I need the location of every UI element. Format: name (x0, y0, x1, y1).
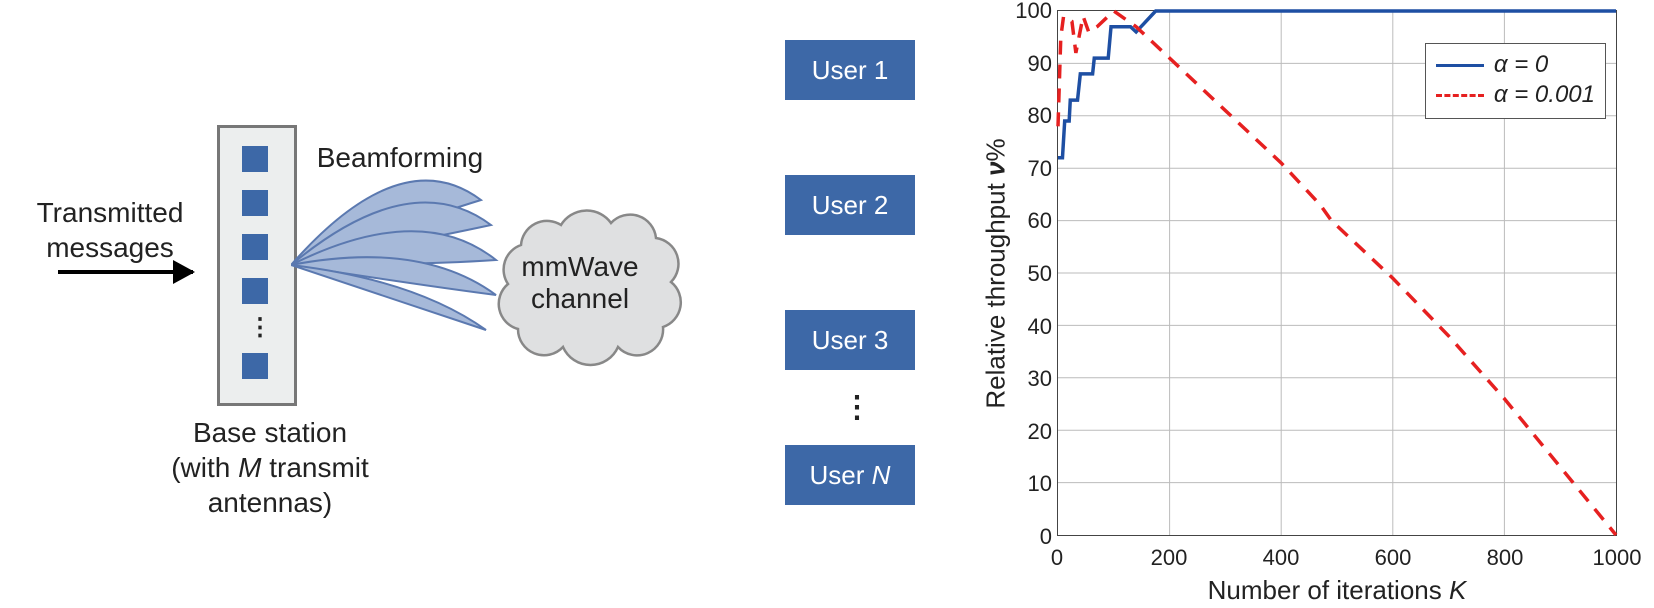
legend-entry-a0: α = 0 (1436, 50, 1595, 80)
y-tick-label: 20 (992, 419, 1052, 445)
bs-caption: Base station (with M transmit antennas) (120, 415, 420, 520)
user-box-3: User 3 (785, 310, 915, 370)
user-N-var: N (872, 460, 891, 491)
arrow-icon (58, 270, 193, 274)
legend-swatch-dash (1436, 94, 1484, 97)
legend-swatch-solid (1436, 64, 1484, 67)
bs-caption-line1: Base station (193, 417, 347, 448)
beamforming-label: Beamforming (300, 140, 500, 175)
y-tick-label: 80 (992, 103, 1052, 129)
xlabel-text: Number of iterations (1208, 575, 1449, 605)
antenna-icon (242, 234, 268, 260)
tx-messages-label: Transmittedmessages (10, 195, 210, 265)
plot-area: α = 0 α = 0.001 (1057, 10, 1617, 536)
x-tick-label: 400 (1251, 545, 1311, 571)
y-tick-label: 100 (992, 0, 1052, 24)
base-station-box: ⋮ (217, 125, 297, 406)
antenna-icon (242, 353, 268, 379)
user-label: User 3 (812, 325, 889, 356)
beam-lobes-icon (291, 165, 501, 365)
y-tick-label: 50 (992, 261, 1052, 287)
cloud-label: mmWavechannel (475, 251, 685, 315)
antenna-icon (242, 190, 268, 216)
user-label: User 1 (812, 55, 889, 86)
antenna-icon (242, 146, 268, 172)
mmwave-cloud: mmWavechannel (475, 205, 685, 370)
throughput-chart: α = 0 α = 0.001 Number of iterations K R… (975, 0, 1654, 608)
x-tick-label: 0 (1027, 545, 1087, 571)
x-tick-label: 600 (1363, 545, 1423, 571)
y-tick-label: 40 (992, 314, 1052, 340)
x-tick-label: 1000 (1587, 545, 1647, 571)
user-box-1: User 1 (785, 40, 915, 100)
user-box-N: User N (785, 445, 915, 505)
bs-caption-line2-pre: (with (171, 452, 238, 483)
y-tick-label: 70 (992, 156, 1052, 182)
beamforming-diagram: Transmittedmessages ⋮ Base station (with… (0, 0, 960, 608)
y-tick-label: 60 (992, 208, 1052, 234)
legend-label: α = 0 (1494, 51, 1548, 79)
x-tick-label: 200 (1139, 545, 1199, 571)
vdots-icon: ⋮ (842, 390, 872, 425)
user-box-2: User 2 (785, 175, 915, 235)
legend-label: α = 0.001 (1494, 81, 1595, 109)
antenna-icon (242, 278, 268, 304)
user-label: User 2 (812, 190, 889, 221)
legend-entry-a1: α = 0.001 (1436, 80, 1595, 110)
x-axis-label: Number of iterations K (1057, 575, 1617, 606)
user-N-pre: User (810, 460, 865, 491)
vdots-icon: ⋮ (248, 313, 272, 342)
chart-legend: α = 0 α = 0.001 (1425, 43, 1606, 119)
y-tick-label: 90 (992, 51, 1052, 77)
bs-caption-var-M: M (238, 452, 261, 483)
x-tick-label: 800 (1475, 545, 1535, 571)
xlabel-var: K (1449, 575, 1466, 605)
y-tick-label: 10 (992, 471, 1052, 497)
y-tick-label: 30 (992, 366, 1052, 392)
